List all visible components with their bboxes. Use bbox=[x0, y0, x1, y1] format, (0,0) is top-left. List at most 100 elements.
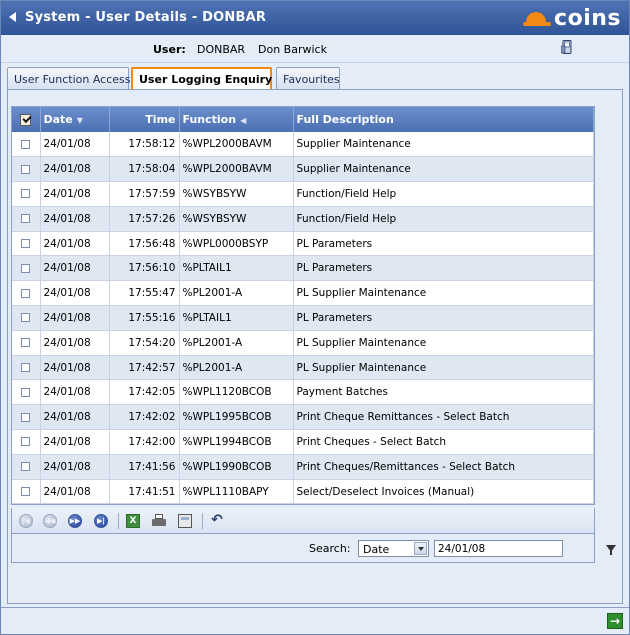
cell-function: %WSYBSYW bbox=[179, 206, 294, 232]
user-code: DONBAR bbox=[197, 43, 246, 56]
column-header-full-description[interactable]: Full Description bbox=[293, 107, 594, 132]
table-row[interactable]: 24/01/08 17:42:02 %WPL1995BCOB Print Cheque… bbox=[12, 404, 594, 431]
table-row[interactable]: 24/01/08 17:42:05 %WPL1120BCOB Payment Batc… bbox=[12, 379, 594, 406]
row-checkbox[interactable] bbox=[21, 288, 31, 298]
row-select-cell[interactable] bbox=[12, 379, 41, 406]
row-checkbox[interactable] bbox=[21, 363, 31, 373]
row-select-cell[interactable] bbox=[12, 156, 41, 183]
search-field-select[interactable]: Date bbox=[358, 540, 429, 557]
table-row[interactable]: 24/01/08 17:58:12 %WPL2000BAVM Supplier Mai… bbox=[12, 132, 594, 158]
row-checkbox[interactable] bbox=[21, 437, 31, 447]
cell-time: 17:41:56 bbox=[109, 454, 180, 480]
row-select-cell[interactable] bbox=[12, 429, 41, 455]
table-row[interactable]: 24/01/08 17:57:59 %WSYBSYW Function/Field H… bbox=[12, 181, 594, 207]
chevron-down-icon[interactable] bbox=[414, 542, 427, 555]
select-all-header[interactable] bbox=[12, 107, 41, 132]
row-select-cell[interactable] bbox=[12, 355, 41, 381]
cell-date: 24/01/08 bbox=[40, 231, 110, 257]
toolbar-separator bbox=[118, 513, 119, 529]
table-row[interactable]: 24/01/08 17:54:20 %PL2001-A PL Supplier Mai… bbox=[12, 330, 594, 356]
tab-favourites[interactable]: Favourites bbox=[276, 67, 340, 89]
sort-left-icon: ◀ bbox=[240, 115, 247, 125]
row-select-cell[interactable] bbox=[12, 206, 41, 232]
tab-user-logging-enquiry[interactable]: User Logging Enquiry bbox=[131, 67, 272, 90]
table-row[interactable]: 24/01/08 17:41:51 %WPL1110BAPY Select/Desel… bbox=[12, 479, 594, 505]
last-page-icon[interactable]: ▶| bbox=[94, 514, 108, 528]
cell-date: 24/01/08 bbox=[40, 454, 110, 480]
cell-description: Function/Field Help bbox=[293, 206, 594, 232]
logo-text: coins bbox=[554, 5, 621, 31]
table-row[interactable]: 24/01/08 17:55:16 %PLTAIL1 PL Parameters bbox=[12, 305, 594, 331]
next-page-icon[interactable]: ▶▶ bbox=[68, 514, 82, 528]
row-select-cell[interactable] bbox=[12, 231, 41, 257]
table-row[interactable]: 24/01/08 17:58:04 %WPL2000BAVM Supplier Mai… bbox=[12, 156, 594, 183]
row-select-cell[interactable] bbox=[12, 255, 41, 282]
row-checkbox[interactable] bbox=[21, 487, 31, 497]
calculator-icon[interactable] bbox=[178, 514, 192, 528]
table-row[interactable]: 24/01/08 17:42:00 %WPL1994BCOB Print Cheque… bbox=[12, 429, 594, 455]
table-row[interactable]: 24/01/08 17:41:56 %WPL1990BCOB Print Cheque… bbox=[12, 454, 594, 480]
row-checkbox[interactable] bbox=[21, 164, 31, 174]
row-checkbox[interactable] bbox=[21, 338, 31, 348]
cell-function: %PL2001-A bbox=[179, 355, 294, 381]
column-header-date[interactable]: Date ▼ bbox=[40, 107, 110, 132]
cell-date: 24/01/08 bbox=[40, 479, 110, 505]
row-checkbox[interactable] bbox=[21, 263, 31, 273]
row-checkbox[interactable] bbox=[21, 462, 31, 472]
cell-date: 24/01/08 bbox=[40, 156, 110, 183]
row-checkbox[interactable] bbox=[21, 239, 31, 249]
cell-function: %WPL1110BAPY bbox=[179, 479, 294, 505]
previous-page-icon[interactable]: ◀◀ bbox=[43, 514, 57, 528]
cell-date: 24/01/08 bbox=[40, 404, 110, 431]
table-row[interactable]: 24/01/08 17:55:47 %PL2001-A PL Supplier Mai… bbox=[12, 280, 594, 307]
row-checkbox[interactable] bbox=[21, 189, 31, 199]
cell-time: 17:56:48 bbox=[109, 231, 180, 257]
cell-date: 24/01/08 bbox=[40, 181, 110, 207]
cell-function: %PLTAIL1 bbox=[179, 305, 294, 331]
row-select-cell[interactable] bbox=[12, 181, 41, 207]
tab-user-function-access[interactable]: User Function Access bbox=[7, 67, 131, 89]
cell-time: 17:56:10 bbox=[109, 255, 180, 282]
table-row[interactable]: 24/01/08 17:56:10 %PLTAIL1 PL Parameters bbox=[12, 255, 594, 282]
row-checkbox[interactable] bbox=[21, 139, 31, 149]
excel-export-icon[interactable]: X bbox=[126, 514, 140, 528]
coins-logo: coins bbox=[523, 5, 621, 31]
filter-icon[interactable] bbox=[606, 545, 616, 555]
row-checkbox[interactable] bbox=[21, 313, 31, 323]
row-select-cell[interactable] bbox=[12, 305, 41, 331]
column-header-function[interactable]: Function ◀ bbox=[179, 107, 294, 132]
first-page-icon[interactable]: |◀ bbox=[19, 514, 33, 528]
row-select-cell[interactable] bbox=[12, 479, 41, 505]
cell-description: Print Cheque Remittances - Select Batch bbox=[293, 404, 594, 431]
cell-time: 17:42:02 bbox=[109, 404, 180, 431]
select-all-icon[interactable] bbox=[18, 113, 34, 127]
table-row[interactable]: 24/01/08 17:42:57 %PL2001-A PL Supplier Mai… bbox=[12, 355, 594, 381]
exit-icon[interactable]: → bbox=[607, 613, 623, 629]
cell-function: %WPL1990BCOB bbox=[179, 454, 294, 480]
row-select-cell[interactable] bbox=[12, 132, 41, 158]
cell-function: %WPL0000BSYP bbox=[179, 231, 294, 257]
back-arrow-icon[interactable] bbox=[9, 12, 16, 22]
row-checkbox[interactable] bbox=[21, 387, 31, 397]
print-icon[interactable] bbox=[152, 514, 166, 528]
row-select-cell[interactable] bbox=[12, 404, 41, 431]
row-checkbox[interactable] bbox=[21, 214, 31, 224]
pda-icon[interactable] bbox=[561, 40, 573, 55]
table-row[interactable]: 24/01/08 17:57:26 %WSYBSYW Function/Field H… bbox=[12, 206, 594, 232]
search-label: Search: bbox=[309, 542, 351, 555]
cell-description: Print Cheques - Select Batch bbox=[293, 429, 594, 455]
user-name: Don Barwick bbox=[258, 43, 327, 56]
cell-date: 24/01/08 bbox=[40, 429, 110, 455]
row-select-cell[interactable] bbox=[12, 280, 41, 307]
row-select-cell[interactable] bbox=[12, 330, 41, 356]
table-row[interactable]: 24/01/08 17:56:48 %WPL0000BSYP PL Parameter… bbox=[12, 231, 594, 257]
cell-date: 24/01/08 bbox=[40, 255, 110, 282]
undo-icon[interactable]: ↶ bbox=[210, 513, 224, 528]
column-header-time[interactable]: Time bbox=[109, 107, 180, 132]
row-checkbox[interactable] bbox=[21, 412, 31, 422]
cell-date: 24/01/08 bbox=[40, 206, 110, 232]
cell-time: 17:42:05 bbox=[109, 379, 180, 406]
search-field-value: Date bbox=[363, 543, 390, 556]
row-select-cell[interactable] bbox=[12, 454, 41, 480]
search-input[interactable]: 24/01/08 bbox=[434, 540, 563, 557]
